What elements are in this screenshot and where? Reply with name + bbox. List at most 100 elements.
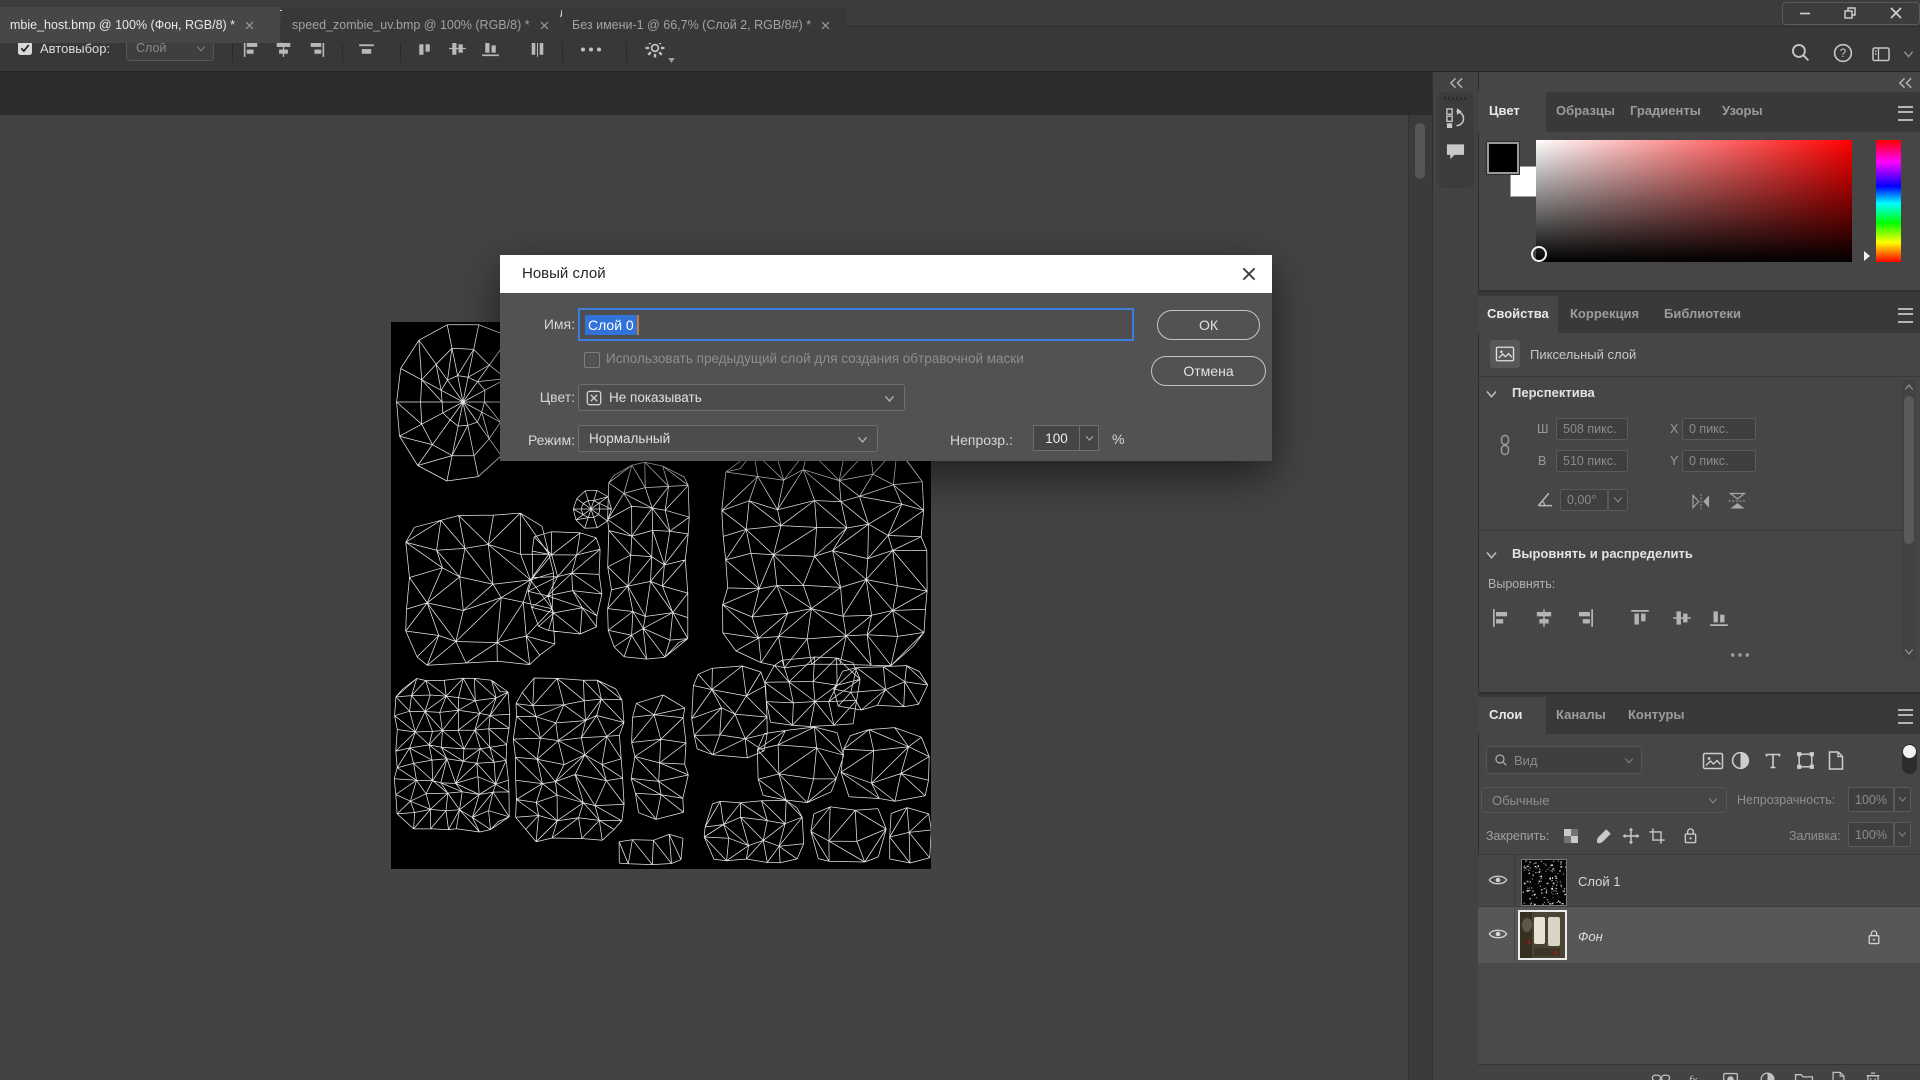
scrollbar-thumb[interactable] bbox=[1415, 123, 1425, 179]
align-left-edges-icon[interactable] bbox=[1490, 607, 1512, 629]
tab-gradients[interactable]: Градиенты bbox=[1630, 103, 1701, 118]
collapse-dock-icon[interactable] bbox=[1898, 77, 1913, 89]
comments-panel-icon[interactable] bbox=[1445, 142, 1466, 161]
close-tab-icon[interactable] bbox=[539, 20, 550, 31]
filter-adjustment-layers-icon[interactable] bbox=[1730, 750, 1751, 771]
filter-smart-objects-icon[interactable] bbox=[1827, 750, 1845, 771]
tab-swatches[interactable]: Образцы bbox=[1556, 103, 1615, 118]
close-tab-icon[interactable] bbox=[820, 20, 831, 31]
tab-color[interactable]: Цвет bbox=[1489, 103, 1520, 118]
lock-position-icon[interactable] bbox=[1622, 827, 1640, 845]
hue-slider-pointer[interactable] bbox=[1863, 250, 1871, 262]
document-tab-active[interactable]: mbie_host.bmp @ 100% (Фон, RGB/8) * bbox=[0, 7, 280, 43]
visibility-eye-icon[interactable] bbox=[1488, 872, 1508, 888]
color-saturation-field[interactable] bbox=[1536, 140, 1852, 262]
panel-menu-icon[interactable] bbox=[1898, 308, 1913, 323]
new-layer-icon[interactable] bbox=[1831, 1071, 1846, 1080]
scrollbar-thumb[interactable] bbox=[1904, 396, 1914, 544]
align-bottom-edges-icon[interactable] bbox=[1708, 607, 1730, 629]
canvas-scrollbar[interactable] bbox=[1408, 115, 1432, 1080]
height-field[interactable]: 510 пикс. bbox=[1556, 450, 1628, 472]
lock-artboard-icon[interactable] bbox=[1648, 827, 1666, 845]
close-window-icon[interactable] bbox=[1888, 5, 1904, 21]
tab-patterns[interactable]: Узоры bbox=[1722, 103, 1763, 118]
layer-effects-icon[interactable]: fx bbox=[1687, 1070, 1705, 1080]
align-top-edges-icon[interactable] bbox=[1629, 607, 1651, 629]
layer-thumbnail[interactable] bbox=[1521, 859, 1567, 906]
fill-field[interactable]: 100% bbox=[1848, 822, 1894, 847]
section-collapse-icon[interactable] bbox=[1485, 551, 1498, 560]
more-options-icon[interactable] bbox=[1730, 652, 1750, 658]
delete-layer-icon[interactable] bbox=[1865, 1071, 1881, 1080]
layer-filter-dropdown[interactable]: Вид bbox=[1486, 746, 1642, 774]
minimize-icon[interactable] bbox=[1797, 5, 1813, 21]
new-group-icon[interactable] bbox=[1794, 1072, 1814, 1080]
workspace-switcher-icon[interactable] bbox=[1869, 44, 1893, 64]
fill-dropdown[interactable] bbox=[1894, 822, 1911, 847]
document-tab[interactable]: speed_zombie_uv.bmp @ 100% (RGB/8) * bbox=[282, 7, 560, 43]
layer-thumbnail[interactable] bbox=[1518, 910, 1567, 960]
ok-button[interactable]: ОК bbox=[1157, 310, 1260, 340]
align-vertical-centers-icon[interactable] bbox=[1671, 607, 1693, 629]
collapse-dock-icon[interactable] bbox=[1449, 77, 1464, 89]
tab-channels[interactable]: Каналы bbox=[1556, 707, 1606, 722]
hue-slider[interactable] bbox=[1876, 140, 1901, 262]
close-tab-icon[interactable] bbox=[244, 20, 255, 31]
layer-name-input[interactable]: Слой 0 bbox=[578, 308, 1134, 341]
x-field[interactable]: 0 пикс. bbox=[1682, 418, 1756, 440]
tab-adjustments[interactable]: Коррекция bbox=[1570, 306, 1639, 321]
foreground-color-swatch[interactable] bbox=[1487, 142, 1519, 174]
blend-mode-dropdown[interactable]: Нормальный bbox=[578, 425, 878, 452]
autoselect-checkbox[interactable] bbox=[18, 41, 32, 55]
angle-dropdown[interactable] bbox=[1608, 489, 1628, 511]
filter-shape-layers-icon[interactable] bbox=[1795, 750, 1816, 771]
scroll-down-icon[interactable] bbox=[1904, 648, 1914, 656]
blend-mode-dropdown[interactable]: Обычные bbox=[1481, 787, 1727, 813]
cancel-button[interactable]: Отмена bbox=[1151, 356, 1266, 386]
lock-pixels-icon[interactable] bbox=[1595, 827, 1613, 845]
opacity-field[interactable]: 100% bbox=[1848, 787, 1894, 812]
lock-transparency-icon[interactable] bbox=[1562, 827, 1580, 845]
dialog-opacity-field[interactable]: 100 bbox=[1033, 425, 1080, 451]
chevron-down-icon[interactable] bbox=[1903, 50, 1914, 59]
search-icon[interactable] bbox=[1790, 42, 1811, 63]
more-options-icon[interactable] bbox=[580, 46, 602, 53]
panel-grip[interactable] bbox=[1444, 97, 1467, 100]
color-picker-handle[interactable] bbox=[1531, 246, 1547, 262]
history-panel-icon[interactable] bbox=[1445, 106, 1466, 130]
align-right-edges-icon[interactable] bbox=[1574, 607, 1596, 629]
layer-color-dropdown[interactable]: Не показывать bbox=[578, 384, 905, 411]
layer-name[interactable]: Фон bbox=[1578, 929, 1603, 944]
angle-field[interactable]: 0,00° bbox=[1560, 489, 1608, 511]
clipping-mask-checkbox[interactable] bbox=[584, 352, 600, 368]
visibility-eye-icon[interactable] bbox=[1488, 926, 1508, 942]
lock-all-icon[interactable] bbox=[1683, 826, 1698, 845]
layer-row-selected[interactable]: Фон bbox=[1478, 907, 1920, 963]
panel-menu-icon[interactable] bbox=[1898, 106, 1913, 121]
filter-pixel-layers-icon[interactable] bbox=[1702, 751, 1724, 771]
width-field[interactable]: 508 пикс. bbox=[1556, 418, 1628, 440]
section-collapse-icon[interactable] bbox=[1485, 390, 1498, 399]
layer-row[interactable]: Слой 1 bbox=[1478, 854, 1920, 907]
flip-vertical-icon[interactable] bbox=[1726, 491, 1749, 511]
dialog-titlebar[interactable]: Новый слой bbox=[500, 255, 1272, 293]
help-icon[interactable]: ? bbox=[1832, 42, 1854, 64]
layer-name[interactable]: Слой 1 bbox=[1578, 874, 1620, 889]
adjustment-layer-icon[interactable] bbox=[1759, 1071, 1776, 1080]
document-tab[interactable]: Без имени-1 @ 66,7% (Слой 2, RGB/8#) * bbox=[562, 7, 847, 43]
flip-horizontal-icon[interactable] bbox=[1690, 493, 1712, 510]
tab-libraries[interactable]: Библиотеки bbox=[1664, 306, 1741, 321]
tab-properties[interactable]: Свойства bbox=[1487, 306, 1549, 321]
align-horizontal-centers-icon[interactable] bbox=[1533, 607, 1555, 629]
panel-menu-icon[interactable] bbox=[1898, 709, 1913, 724]
filter-toggle[interactable] bbox=[1902, 744, 1917, 774]
scroll-up-icon[interactable] bbox=[1904, 383, 1914, 391]
close-dialog-icon[interactable] bbox=[1240, 265, 1258, 283]
tab-paths[interactable]: Контуры bbox=[1628, 707, 1685, 722]
restore-icon[interactable] bbox=[1842, 5, 1858, 21]
opacity-dropdown[interactable] bbox=[1894, 787, 1911, 812]
y-field[interactable]: 0 пикс. bbox=[1682, 450, 1756, 472]
link-layers-icon[interactable] bbox=[1651, 1071, 1671, 1080]
dialog-opacity-dropdown[interactable] bbox=[1080, 425, 1099, 451]
link-dimensions-icon[interactable] bbox=[1498, 434, 1512, 456]
